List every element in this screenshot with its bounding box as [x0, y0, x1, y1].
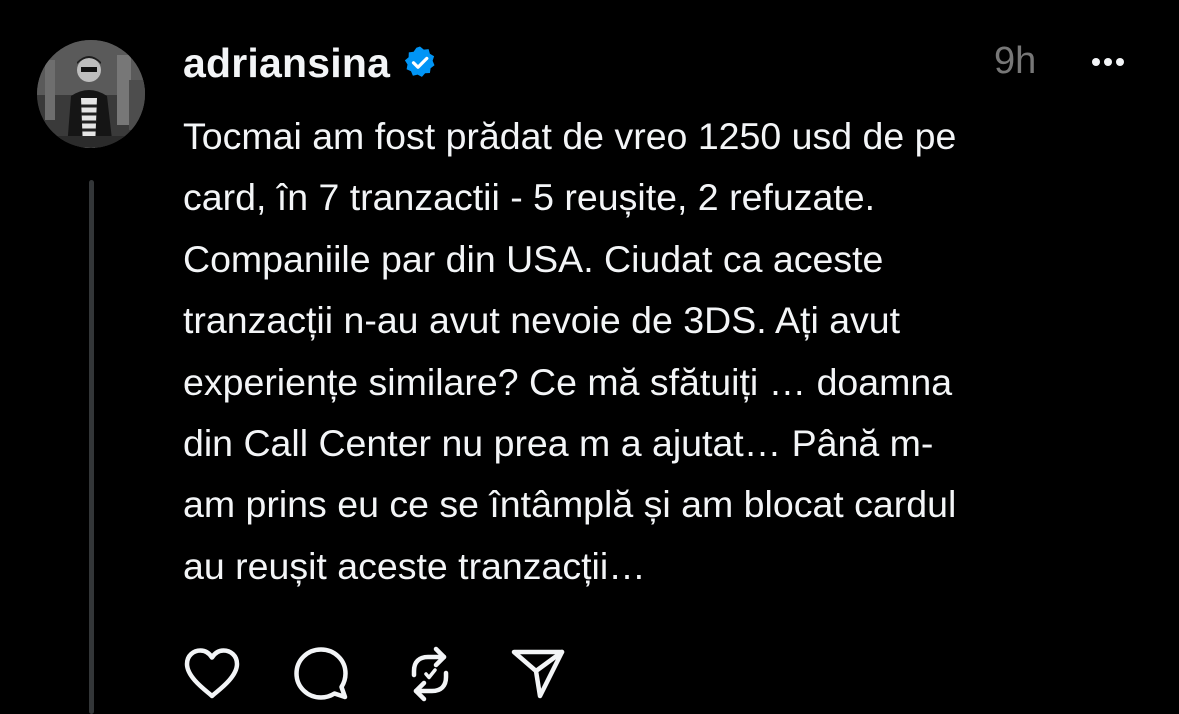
heart-icon — [184, 648, 240, 699]
thread-line — [89, 180, 94, 714]
avatar[interactable] — [37, 40, 145, 148]
repost-button[interactable] — [399, 643, 461, 705]
share-button[interactable] — [507, 643, 569, 705]
more-options-icon[interactable] — [1085, 54, 1131, 70]
thread-post: adriansina 9h Tocmai am fost prădat de v… — [0, 0, 1179, 714]
like-button[interactable] — [181, 643, 243, 705]
comment-icon — [294, 647, 348, 700]
post-timestamp: 9h — [994, 40, 1037, 82]
post-text: Tocmai am fost prădat de vreo 1250 usd d… — [183, 115, 957, 587]
username[interactable]: adriansina — [183, 40, 390, 87]
repost-icon — [411, 646, 449, 702]
send-icon — [511, 649, 565, 699]
verified-badge-icon — [402, 45, 438, 81]
post-header: adriansina — [183, 38, 438, 88]
reply-button[interactable] — [290, 643, 352, 705]
